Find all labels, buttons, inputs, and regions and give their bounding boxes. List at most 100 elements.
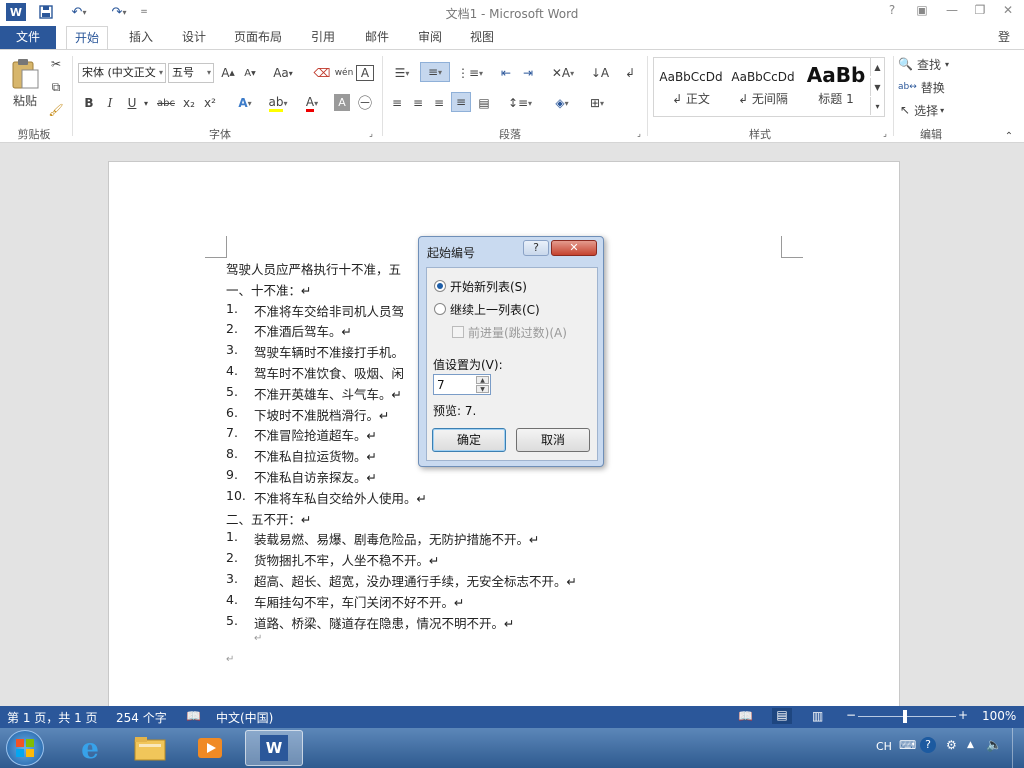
paste-button[interactable]: 粘贴 [8,90,42,110]
find-button[interactable]: 🔍 查找 ▾ [898,54,962,74]
show-hidden-icons[interactable]: ▲ [967,740,974,750]
document-line[interactable]: ↵ [226,654,234,665]
proofing-icon[interactable]: 📖 [186,709,201,723]
subscript-button[interactable]: x₂ [180,93,198,113]
close-icon[interactable]: ✕ [996,3,1020,21]
zoom-in-icon[interactable]: + [958,708,968,722]
value-spinner[interactable]: 7 ▲ ▼ [433,374,491,395]
tab-references[interactable]: 引用 [303,26,343,49]
ribbon-display-icon[interactable]: ▣ [910,3,934,21]
word-count[interactable]: 254 个字 [116,709,167,726]
dialog-close-button[interactable]: ✕ [551,240,597,256]
superscript-button[interactable]: x² [201,93,219,113]
document-line[interactable]: 下坡时不准脱档滑行。↵ [254,405,389,424]
login-link[interactable]: 登录 [990,26,1024,66]
align-center-icon[interactable]: ≡ [409,93,427,113]
spin-up-icon[interactable]: ▲ [476,376,489,384]
document-line[interactable]: 驾驶人员应严格执行十不准，五 [226,259,401,278]
font-name-dropdown[interactable]: 宋体 (中文正文 ▾ [78,63,166,83]
radio-continue-list[interactable] [434,303,446,315]
document-line[interactable]: 二、五不开：↵ [226,509,311,528]
styles-scroll-up-icon[interactable]: ▲ [870,58,884,76]
document-line[interactable]: 不准酒后驾车。↵ [254,321,352,340]
file-explorer-icon[interactable] [122,730,178,766]
minimize-icon[interactable]: — [940,3,964,21]
page-count[interactable]: 第 1 页，共 1 页 [7,709,98,726]
italic-button[interactable]: I [101,93,119,113]
document-line[interactable]: 车厢挂勾不牢，车门关闭不好不开。↵ [254,592,464,611]
styles-dialog-launcher-icon[interactable]: ⌟ [880,127,890,139]
tab-home[interactable]: 开始 [66,26,109,50]
document-line[interactable]: 不准开英雄车、斗气车。↵ [254,384,402,403]
select-button[interactable]: ↖ 选择 ▾ [900,100,964,120]
underline-button[interactable]: U [123,93,141,113]
highlight-icon[interactable]: ab ▾ [263,93,293,113]
read-mode-icon[interactable]: 📖 [738,709,753,723]
styles-scroll-down-icon[interactable]: ▼ [870,78,884,96]
document-line[interactable]: 道路、桥梁、隧道存在隐患，情况不明不开。↵ [254,613,514,632]
tab-review[interactable]: 审阅 [410,26,450,49]
zoom-level[interactable]: 100% [982,709,1016,723]
style-normal[interactable]: AaBbCcDd ↲ 正文 [656,62,726,112]
change-case-button[interactable]: Aa ▾ [268,63,298,83]
align-right-icon[interactable]: ≡ [430,93,448,113]
enclose-char-icon[interactable]: ㊀ [356,93,374,113]
paragraph-dialog-launcher-icon[interactable]: ⌟ [634,127,644,139]
document-line[interactable]: 不准冒险抢道超车。↵ [254,425,377,444]
document-line[interactable]: 一、十不准：↵ [226,280,311,299]
network-icon[interactable]: ⚙ [946,738,957,752]
dialog-help-button[interactable]: ? [523,240,549,256]
shrink-font-icon[interactable]: A ▼ [240,63,260,83]
clear-formatting-icon[interactable]: ⌫ [312,63,332,83]
sort-icon[interactable]: ↓A [590,63,610,83]
char-border-icon[interactable]: A [356,65,374,81]
chevron-down-icon[interactable]: ▾ [141,93,151,113]
strikethrough-button[interactable]: abc [155,93,177,113]
document-line[interactable]: 不准私自访亲探友。↵ [254,467,377,486]
print-layout-icon[interactable]: ▤ [772,708,792,724]
grow-font-icon[interactable]: A ▲ [218,63,238,83]
styles-more-icon[interactable]: ▾ [870,97,884,115]
format-painter-icon[interactable]: 🖌 [46,100,66,120]
distributed-icon[interactable]: ▤ [474,93,494,113]
bullets-icon[interactable]: ☰ ▾ [388,63,416,83]
advance-checkbox[interactable] [452,326,464,338]
zoom-slider[interactable] [858,716,956,717]
decrease-indent-icon[interactable]: ⇤ [496,63,516,83]
numbering-icon[interactable]: ≡ ▾ [420,62,450,82]
justify-icon[interactable]: ≡ [451,92,471,112]
tab-insert[interactable]: 插入 [121,26,161,49]
zoom-slider-thumb[interactable] [903,710,907,723]
value-input[interactable]: 7 [437,378,445,392]
text-effects-icon[interactable]: A ▾ [232,93,258,113]
document-line[interactable]: 装载易燃、易爆、剧毒危险品，无防护措施不开。↵ [254,529,539,548]
bold-button[interactable]: B [80,93,98,113]
replace-button[interactable]: ab↔ 替换 [898,77,958,97]
chinese-layout-icon[interactable]: ✕A ▾ [548,63,578,83]
increase-indent-icon[interactable]: ⇥ [518,63,538,83]
radio-continue-list-label[interactable]: 继续上一列表(C) [450,301,540,318]
tab-design[interactable]: 设计 [174,26,214,49]
style-no-spacing[interactable]: AaBbCcDd ↲ 无间隔 [728,62,798,112]
shading-icon[interactable]: ◈ ▾ [547,93,577,113]
tab-view[interactable]: 视图 [462,26,502,49]
help-tray-icon[interactable]: ? [920,737,936,753]
radio-new-list-label[interactable]: 开始新列表(S) [450,278,527,295]
media-player-icon[interactable] [182,730,238,766]
style-heading-1[interactable]: AaBb 标题 1 [800,62,872,112]
help-icon[interactable]: ? [880,3,904,21]
font-color-icon[interactable]: A ▾ [298,93,326,113]
align-left-icon[interactable]: ≡ [388,93,406,113]
font-size-dropdown[interactable]: 五号 ▾ [168,63,214,83]
font-dialog-launcher-icon[interactable]: ⌟ [366,127,376,139]
zoom-out-icon[interactable]: − [846,708,856,722]
document-line[interactable]: 不准私自拉运货物。↵ [254,446,377,465]
language[interactable]: 中文(中国) [216,709,273,726]
show-desktop-button[interactable] [1012,728,1024,768]
document-line[interactable]: ↵ [254,633,262,644]
clipboard-icon[interactable] [8,56,42,92]
char-shading-icon[interactable]: A [334,94,350,111]
ime-indicator[interactable]: CH [876,740,892,753]
document-line[interactable]: 货物捆扎不牢，人坐不稳不开。↵ [254,550,439,569]
ok-button[interactable]: 确定 [432,428,506,452]
